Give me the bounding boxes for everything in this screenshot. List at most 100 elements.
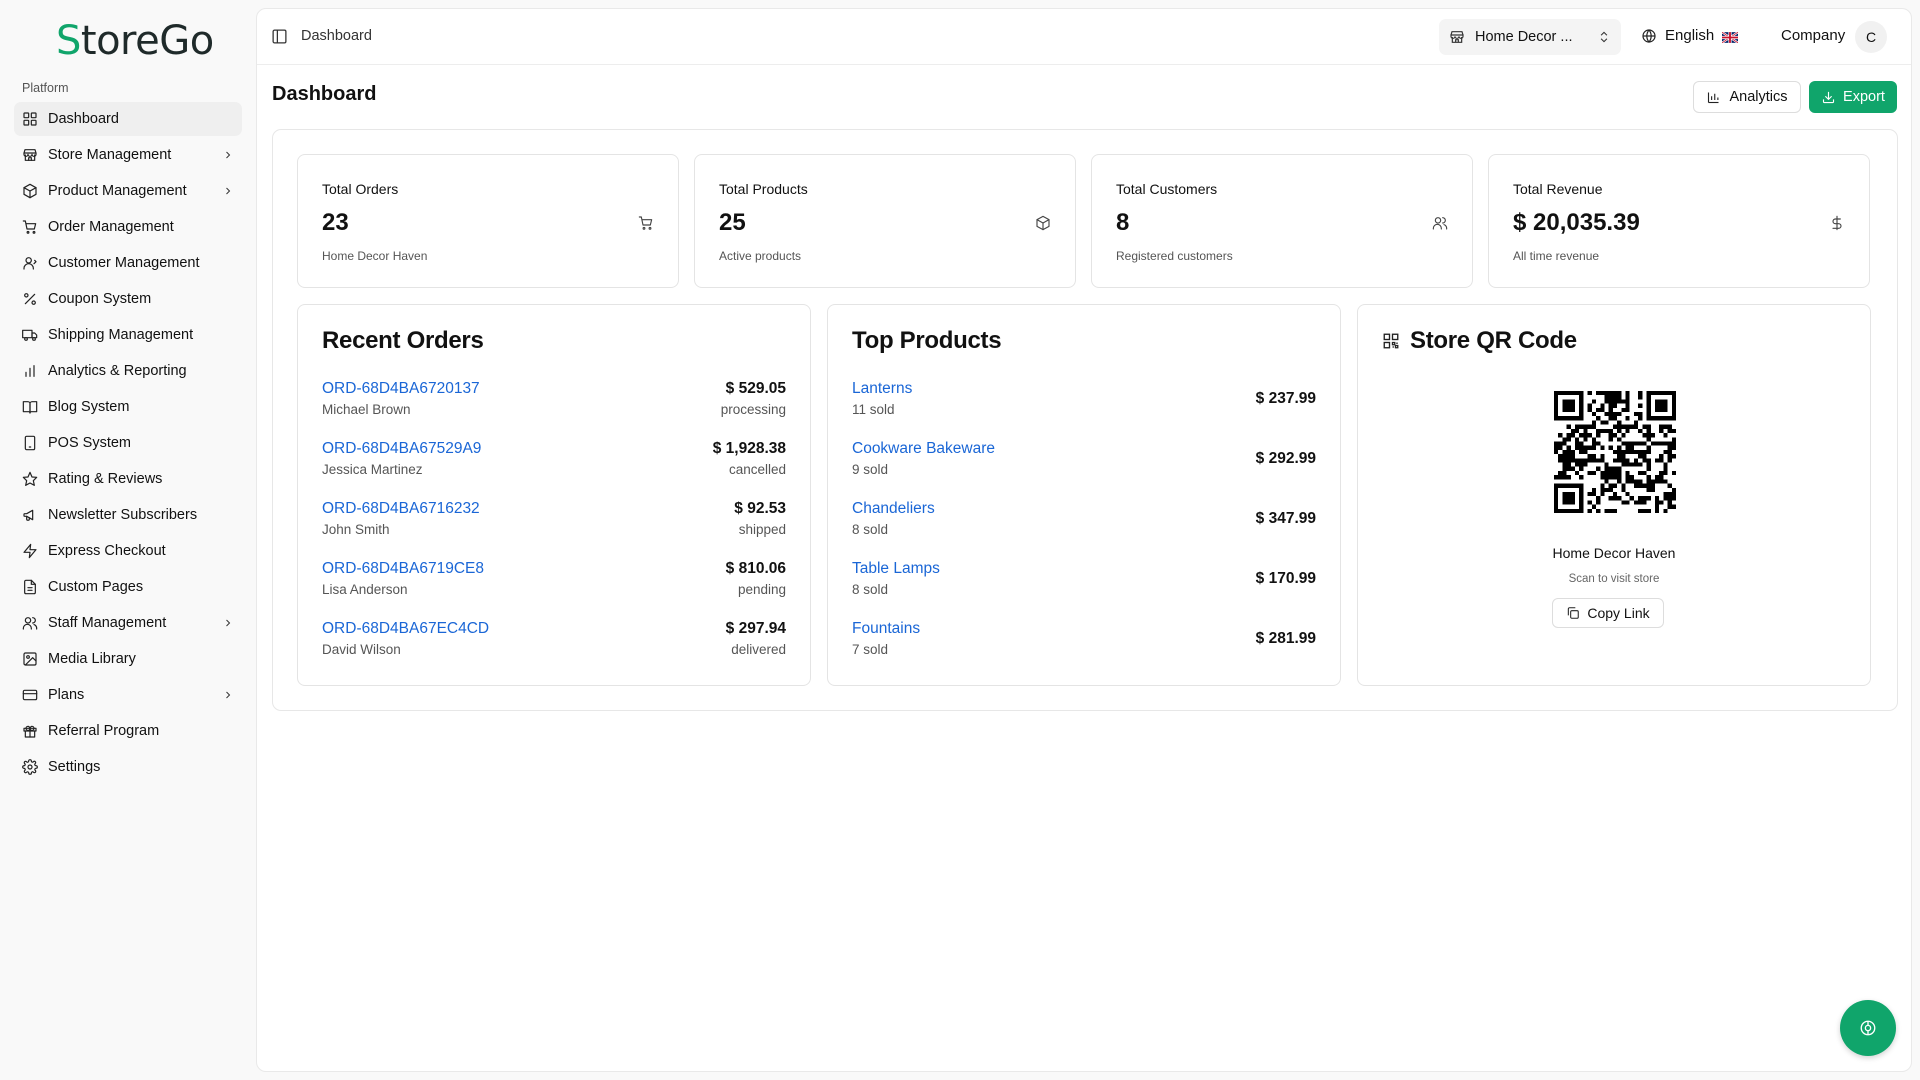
avatar[interactable]: C	[1855, 21, 1887, 53]
file-icon	[22, 579, 38, 595]
product-row: Table Lamps 8 sold $ 170.99	[852, 560, 1316, 604]
company-label[interactable]: Company	[1781, 27, 1845, 44]
sidebar-item-plans[interactable]: Plans	[14, 678, 242, 712]
analytics-button-label: Analytics	[1729, 89, 1788, 105]
chevron-right-icon	[222, 185, 234, 197]
order-customer: Lisa Anderson	[322, 582, 408, 597]
sidebar-item-dashboard[interactable]: Dashboard	[14, 102, 242, 136]
download-icon	[1822, 91, 1835, 103]
sidebar-item-pos-system[interactable]: POS System	[14, 426, 242, 460]
stat-subtext: Registered customers	[1116, 249, 1233, 263]
sidebar-item-coupon-system[interactable]: Coupon System	[14, 282, 242, 316]
sidebar-item-settings[interactable]: Settings	[14, 750, 242, 784]
top-bar: Dashboard Home Decor ... English Company…	[257, 9, 1911, 65]
order-status: shipped	[738, 522, 786, 537]
user-icon	[22, 255, 38, 271]
chevron-right-icon	[222, 617, 234, 629]
stat-label: Total Customers	[1116, 181, 1218, 197]
sidebar-item-label: Dashboard	[48, 111, 119, 127]
export-button[interactable]: Export	[1809, 81, 1897, 113]
store-icon	[22, 147, 38, 163]
stat-label: Total Orders	[322, 181, 399, 197]
sidebar-item-staff-management[interactable]: Staff Management	[14, 606, 242, 640]
order-status: pending	[737, 582, 786, 597]
store-qr-image	[1554, 391, 1676, 513]
copy-link-button[interactable]: Copy Link	[1552, 598, 1664, 628]
product-name-link[interactable]: Fountains	[852, 620, 920, 638]
export-button-label: Export	[1843, 89, 1885, 105]
cart-icon	[638, 215, 654, 231]
product-row: Fountains 7 sold $ 281.99	[852, 620, 1316, 664]
copy-icon	[1568, 607, 1580, 619]
product-sold: 11 sold	[852, 402, 895, 417]
logo-text: toreGo	[80, 18, 214, 64]
star-icon	[22, 471, 38, 487]
product-price: $ 281.99	[1255, 630, 1316, 647]
stat-label: Total Products	[719, 181, 808, 197]
sidebar-item-analytics-reporting[interactable]: Analytics & Reporting	[14, 354, 242, 388]
stat-subtext: Active products	[719, 249, 802, 263]
product-price: $ 292.99	[1255, 450, 1316, 467]
stat-subtext: Home Decor Haven	[322, 249, 428, 263]
sidebar-item-label: Rating & Reviews	[48, 471, 163, 487]
product-row: Cookware Bakeware 9 sold $ 292.99	[852, 440, 1316, 484]
sidebar-item-referral-program[interactable]: Referral Program	[14, 714, 242, 748]
order-id-link[interactable]: ORD-68D4BA6720137	[322, 380, 480, 398]
bar-chart-icon	[1708, 92, 1719, 103]
logo[interactable]: StoreGo	[56, 18, 214, 64]
order-amount: $ 529.05	[725, 380, 786, 397]
sidebar-item-label: Order Management	[48, 219, 174, 235]
product-name-link[interactable]: Table Lamps	[852, 560, 940, 578]
order-row: ORD-68D4BA6720137 Michael Brown $ 529.05…	[322, 380, 786, 424]
sidebar-item-shipping-management[interactable]: Shipping Management	[14, 318, 242, 352]
sidebar-item-label: Coupon System	[48, 291, 152, 307]
help-fab-button[interactable]	[1840, 1000, 1896, 1056]
breadcrumb[interactable]: Dashboard	[301, 28, 372, 44]
recent-orders-panel: Recent Orders ORD-68D4BA6720137 Michael …	[297, 304, 811, 686]
order-amount: $ 1,928.38	[712, 440, 786, 457]
dollar-icon	[1829, 215, 1845, 231]
users-icon	[22, 615, 38, 631]
sidebar-item-store-management[interactable]: Store Management	[14, 138, 242, 172]
sidebar-item-express-checkout[interactable]: Express Checkout	[14, 534, 242, 568]
sidebar-item-rating-reviews[interactable]: Rating & Reviews	[14, 462, 242, 496]
sidebar-item-customer-management[interactable]: Customer Management	[14, 246, 242, 280]
order-id-link[interactable]: ORD-68D4BA6716232	[322, 500, 480, 518]
sidebar-item-newsletter-subscribers[interactable]: Newsletter Subscribers	[14, 498, 242, 532]
product-name-link[interactable]: Chandeliers	[852, 500, 935, 518]
cart-icon	[22, 219, 38, 235]
language-selector[interactable]: English	[1641, 27, 1739, 44]
stat-value: 25	[719, 209, 746, 236]
analytics-button[interactable]: Analytics	[1693, 81, 1801, 113]
sidebar-item-media-library[interactable]: Media Library	[14, 642, 242, 676]
order-id-link[interactable]: ORD-68D4BA67EC4CD	[322, 620, 489, 638]
stat-label: Total Revenue	[1513, 181, 1603, 197]
order-row: ORD-68D4BA67529A9 Jessica Martinez $ 1,9…	[322, 440, 786, 484]
order-status: cancelled	[728, 462, 786, 477]
order-id-link[interactable]: ORD-68D4BA67529A9	[322, 440, 481, 458]
product-name-link[interactable]: Lanterns	[852, 380, 912, 398]
store-select[interactable]: Home Decor ...	[1439, 19, 1621, 55]
stat-card-revenue: Total Revenue $ 20,035.39 All time reven…	[1488, 154, 1870, 288]
qr-scan-text: Scan to visit store	[1568, 573, 1660, 585]
order-row: ORD-68D4BA6716232 John Smith $ 92.53 shi…	[322, 500, 786, 544]
product-name-link[interactable]: Cookware Bakeware	[852, 440, 995, 458]
sidebar-item-custom-pages[interactable]: Custom Pages	[14, 570, 242, 604]
logo-accent: S	[56, 18, 81, 64]
order-row: ORD-68D4BA6719CE8 Lisa Anderson $ 810.06…	[322, 560, 786, 604]
megaphone-icon	[22, 507, 38, 523]
sidebar-item-blog-system[interactable]: Blog System	[14, 390, 242, 424]
percent-icon	[22, 291, 38, 307]
sidebar-item-order-management[interactable]: Order Management	[14, 210, 242, 244]
sidebar-toggle-icon[interactable]	[271, 28, 288, 45]
panel-title: Store QR Code	[1410, 327, 1577, 354]
order-id-link[interactable]: ORD-68D4BA6719CE8	[322, 560, 484, 578]
order-customer: Jessica Martinez	[322, 462, 423, 477]
store-icon	[1450, 31, 1464, 43]
sidebar-item-label: Express Checkout	[48, 543, 166, 559]
tablet-icon	[22, 435, 38, 451]
sidebar-item-product-management[interactable]: Product Management	[14, 174, 242, 208]
product-sold: 8 sold	[852, 582, 889, 597]
order-amount: $ 297.94	[725, 620, 786, 637]
order-customer: Michael Brown	[322, 402, 411, 417]
